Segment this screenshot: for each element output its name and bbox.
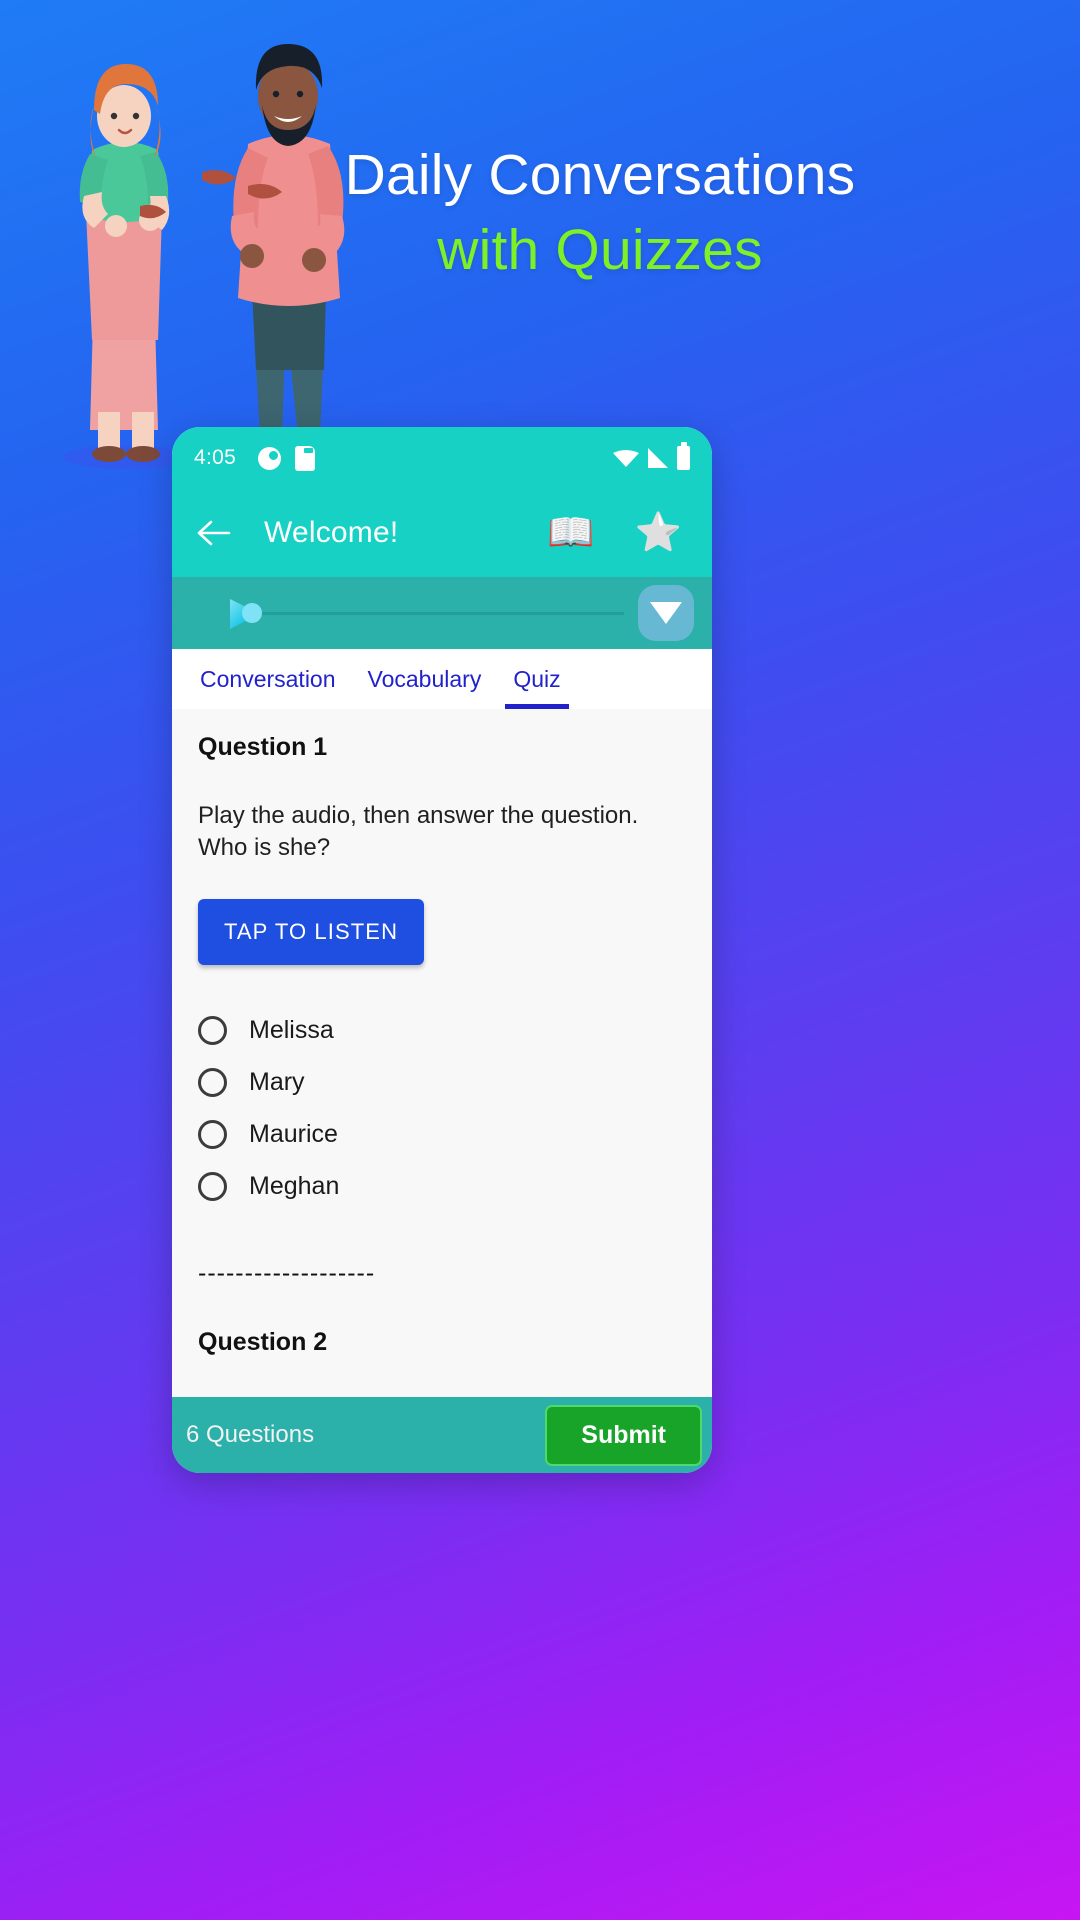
sd-card-icon	[295, 445, 316, 471]
audio-seek-bar[interactable]	[242, 603, 624, 623]
woman-shadow	[63, 445, 187, 469]
option-label: Mary	[249, 1068, 305, 1097]
question-separator: -------------------	[198, 1258, 376, 1287]
woman-figure	[79, 64, 170, 462]
submit-button[interactable]: Submit	[545, 1404, 702, 1466]
tab-quiz[interactable]: Quiz	[497, 649, 576, 709]
question-block-1: Question 1 Play the audio, then answer t…	[198, 733, 686, 1213]
download-triangle	[650, 602, 682, 624]
play-icon[interactable]	[190, 594, 260, 632]
option-label: Melissa	[249, 1016, 334, 1045]
phone-mockup: 4:05 Welcome! 📖 ⭐ Conversation Vocabular…	[172, 427, 712, 1473]
option-label: Meghan	[249, 1172, 340, 1201]
option-label: Maurice	[249, 1120, 338, 1149]
page-title: Welcome!	[264, 516, 399, 549]
question-count-label: 6 Questions	[186, 1421, 315, 1448]
option-mary[interactable]: Mary	[198, 1057, 686, 1109]
tap-to-listen-button-1[interactable]: TAP TO LISTEN	[198, 898, 425, 965]
question-1-options: Melissa Mary Maurice Meghan	[198, 1005, 686, 1213]
app-bar-actions: 📖 ⭐	[547, 514, 690, 552]
radio-icon[interactable]	[198, 1120, 227, 1150]
question-2-title: Question 2	[198, 1327, 328, 1356]
bottom-bar: 6 Questions Submit	[172, 1397, 712, 1473]
question-block-2: Question 2 Play the audio, then answer t…	[198, 1328, 686, 1397]
radio-icon[interactable]	[198, 1016, 227, 1046]
do-not-disturb-icon	[258, 446, 282, 470]
question-1-title: Question 1	[198, 733, 328, 761]
signal-icon	[648, 448, 668, 468]
app-bar: Welcome! 📖 ⭐	[172, 489, 712, 577]
tab-conversation[interactable]: Conversation	[184, 649, 352, 709]
hero-line-2: with Quizzes	[437, 218, 763, 283]
tab-conversation-label: Conversation	[200, 665, 336, 692]
radio-icon[interactable]	[198, 1068, 227, 1098]
status-bar-left-icons	[258, 445, 316, 471]
open-book-icon[interactable]: 📖	[547, 514, 594, 552]
tab-active-indicator	[505, 704, 569, 709]
tab-vocabulary-label: Vocabulary	[367, 665, 482, 692]
status-bar: 4:05	[172, 427, 712, 489]
question-1-prompt: Play the audio, then answer the question…	[198, 802, 639, 862]
star-icon[interactable]: ⭐	[635, 514, 682, 552]
quiz-content: Question 1 Play the audio, then answer t…	[172, 709, 712, 1397]
status-bar-right-icons	[613, 442, 690, 470]
seek-track[interactable]	[262, 611, 624, 615]
battery-icon	[677, 442, 690, 470]
radio-icon[interactable]	[198, 1172, 227, 1202]
back-arrow-icon[interactable]	[194, 513, 234, 553]
seek-thumb[interactable]	[242, 603, 262, 623]
hero-headline: Daily Conversations with Quizzes	[300, 138, 900, 288]
wifi-icon	[613, 449, 639, 468]
option-maurice[interactable]: Maurice	[198, 1109, 686, 1161]
status-bar-time: 4:05	[194, 446, 237, 469]
audio-player-bar	[172, 577, 712, 649]
tab-vocabulary[interactable]: Vocabulary	[352, 649, 498, 709]
tab-bar: Conversation Vocabulary Quiz	[172, 649, 712, 709]
option-meghan[interactable]: Meghan	[198, 1161, 686, 1213]
download-icon[interactable]	[638, 585, 694, 641]
option-melissa[interactable]: Melissa	[198, 1005, 686, 1057]
hero-line-1: Daily Conversations	[344, 143, 856, 207]
tab-quiz-label: Quiz	[513, 665, 561, 692]
